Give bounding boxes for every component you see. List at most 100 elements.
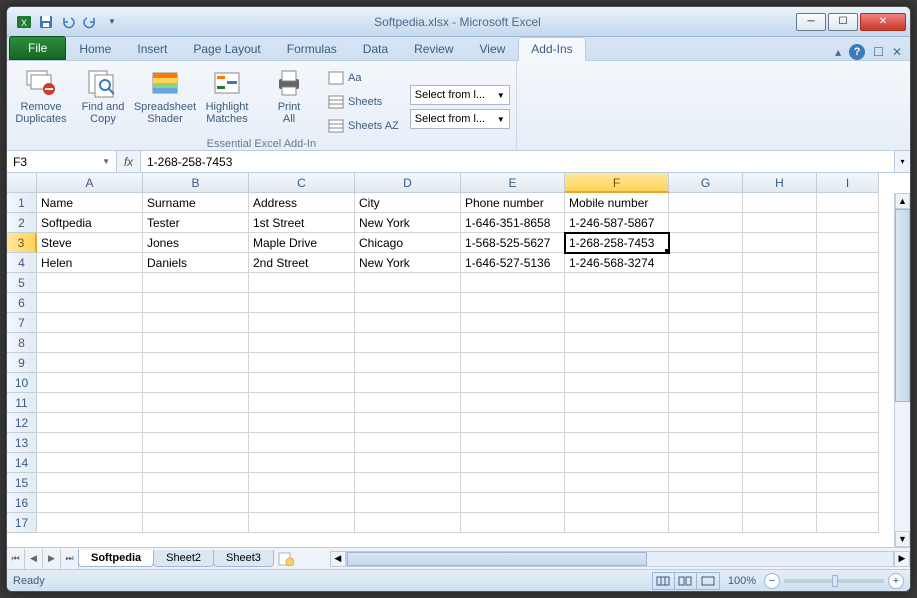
cell[interactable] xyxy=(669,233,743,253)
cell[interactable] xyxy=(37,373,143,393)
column-header[interactable]: D xyxy=(355,173,461,193)
ribbon-tab-file[interactable]: File xyxy=(9,36,66,60)
sheet-nav-prev-icon[interactable]: ◀ xyxy=(25,549,43,569)
cell[interactable] xyxy=(143,493,249,513)
cell[interactable] xyxy=(37,333,143,353)
zoom-thumb[interactable] xyxy=(832,575,838,587)
cell[interactable] xyxy=(669,413,743,433)
cell[interactable] xyxy=(461,413,565,433)
sheet-tab[interactable]: Softpedia xyxy=(78,550,154,567)
minimize-button[interactable]: ─ xyxy=(796,13,826,31)
window-restore-icon[interactable]: ☐ xyxy=(873,45,884,59)
cell[interactable] xyxy=(355,473,461,493)
qat-dropdown-icon[interactable]: ▼ xyxy=(103,13,121,31)
cell[interactable] xyxy=(143,333,249,353)
cell[interactable] xyxy=(143,373,249,393)
scroll-thumb[interactable] xyxy=(895,209,910,402)
cell[interactable] xyxy=(249,333,355,353)
sheet-nav-first-icon[interactable]: ⏮ xyxy=(7,549,25,569)
cell[interactable] xyxy=(565,313,669,333)
cell[interactable] xyxy=(669,333,743,353)
close-button[interactable]: ✕ xyxy=(860,13,906,31)
cell[interactable] xyxy=(817,473,879,493)
cell[interactable] xyxy=(143,313,249,333)
sheets-az-button[interactable]: Sheets AZ xyxy=(323,115,404,137)
sheet-tab[interactable]: Sheet2 xyxy=(153,550,214,567)
cell[interactable] xyxy=(249,313,355,333)
cell[interactable] xyxy=(669,313,743,333)
cell[interactable] xyxy=(743,353,817,373)
remove-duplicates-button[interactable]: RemoveDuplicates xyxy=(13,63,69,125)
cell[interactable] xyxy=(355,313,461,333)
cell[interactable]: City xyxy=(355,193,461,213)
ribbon-tab-formulas[interactable]: Formulas xyxy=(274,37,350,60)
cell[interactable] xyxy=(565,453,669,473)
row-header[interactable]: 15 xyxy=(7,473,37,493)
cell[interactable]: Chicago xyxy=(355,233,461,253)
row-header[interactable]: 5 xyxy=(7,273,37,293)
formula-input[interactable] xyxy=(141,151,894,172)
cell[interactable] xyxy=(249,353,355,373)
cell[interactable] xyxy=(565,273,669,293)
cell[interactable]: 1-646-351-8658 xyxy=(461,213,565,233)
cell[interactable] xyxy=(461,433,565,453)
fx-button[interactable]: fx xyxy=(117,151,141,172)
row-header[interactable]: 8 xyxy=(7,333,37,353)
cell[interactable] xyxy=(743,193,817,213)
row-header[interactable]: 11 xyxy=(7,393,37,413)
column-header[interactable]: H xyxy=(743,173,817,193)
cell[interactable] xyxy=(565,493,669,513)
cell[interactable] xyxy=(743,273,817,293)
cell[interactable] xyxy=(743,493,817,513)
cell[interactable] xyxy=(143,433,249,453)
scroll-left-icon[interactable]: ◀ xyxy=(330,551,346,567)
hscroll-thumb[interactable] xyxy=(347,552,647,566)
cell[interactable] xyxy=(461,333,565,353)
row-header[interactable]: 4 xyxy=(7,253,37,273)
cell[interactable] xyxy=(669,353,743,373)
cell[interactable] xyxy=(37,293,143,313)
column-header[interactable]: C xyxy=(249,173,355,193)
row-header[interactable]: 16 xyxy=(7,493,37,513)
maximize-button[interactable]: ☐ xyxy=(828,13,858,31)
cell[interactable] xyxy=(37,273,143,293)
sheet-tab[interactable]: Sheet3 xyxy=(213,550,274,567)
cell[interactable] xyxy=(669,293,743,313)
view-normal-button[interactable] xyxy=(653,573,675,589)
cell[interactable] xyxy=(355,493,461,513)
cell[interactable] xyxy=(669,273,743,293)
minimize-ribbon-icon[interactable]: ▴ xyxy=(835,45,841,59)
cell[interactable] xyxy=(743,213,817,233)
cell[interactable] xyxy=(249,433,355,453)
print-all-button[interactable]: PrintAll xyxy=(261,63,317,125)
row-header[interactable]: 10 xyxy=(7,373,37,393)
cell[interactable]: Surname xyxy=(143,193,249,213)
find-and-copy-button[interactable]: Find andCopy xyxy=(75,63,131,125)
cell[interactable] xyxy=(817,353,879,373)
zoom-percent[interactable]: 100% xyxy=(728,575,756,587)
row-header[interactable]: 13 xyxy=(7,433,37,453)
sheet-nav-last-icon[interactable]: ⏭ xyxy=(61,549,79,569)
cell[interactable] xyxy=(565,473,669,493)
ribbon-tab-view[interactable]: View xyxy=(467,37,519,60)
cell[interactable] xyxy=(669,513,743,533)
cell[interactable] xyxy=(355,333,461,353)
cell[interactable] xyxy=(817,513,879,533)
cell[interactable] xyxy=(461,353,565,373)
ribbon-tab-page-layout[interactable]: Page Layout xyxy=(180,37,273,60)
scroll-up-icon[interactable]: ▲ xyxy=(895,193,910,209)
cell[interactable]: Tester xyxy=(143,213,249,233)
cell[interactable] xyxy=(743,313,817,333)
view-layout-button[interactable] xyxy=(675,573,697,589)
column-header[interactable]: E xyxy=(461,173,565,193)
cell[interactable] xyxy=(669,373,743,393)
column-header[interactable]: A xyxy=(37,173,143,193)
cell[interactable]: Daniels xyxy=(143,253,249,273)
cell[interactable]: 1-246-587-5867 xyxy=(565,213,669,233)
cell[interactable] xyxy=(817,333,879,353)
select-from-combo-2[interactable]: Select from l...▼ xyxy=(410,109,510,129)
cell[interactable] xyxy=(355,513,461,533)
cell[interactable] xyxy=(743,433,817,453)
cell[interactable] xyxy=(249,473,355,493)
name-box[interactable]: F3 ▼ xyxy=(7,151,117,172)
